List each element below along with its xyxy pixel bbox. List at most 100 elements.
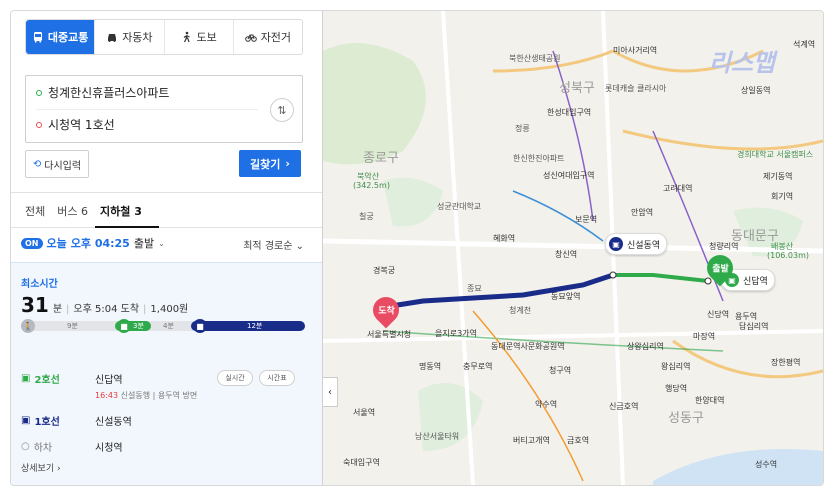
mode-bike-tab[interactable]: 자전거 [234, 20, 302, 54]
duration-number: 31 [21, 293, 49, 317]
map-label: 한양대역 [695, 396, 725, 405]
map-label: 안암역 [631, 208, 654, 217]
subway-line2-icon: ■ [117, 319, 131, 333]
step-line2: ▣ 2호선 [21, 371, 60, 386]
map-label: 고려대역 [663, 184, 693, 193]
map-label: 성균관대학교 [437, 202, 482, 211]
callout-label: 신답역 [743, 276, 768, 287]
departure-suffix: 출발 [133, 237, 155, 250]
map-view[interactable]: 리스맵 성북구 종로구 동대문구 성동구 북악산 (342.5m) 배봉산 (1… [323, 11, 823, 485]
map-label: 청구역 [549, 366, 572, 375]
mode-walk-tab[interactable]: 도보 [165, 20, 234, 54]
map-label: 성신여대입구역 [543, 171, 595, 180]
map-label: 경희대학교 서울캠퍼스 [737, 150, 814, 159]
line1-segment-label: 12분 [247, 322, 263, 330]
divider [11, 192, 322, 193]
destination-field[interactable]: 시청역 1호선 [36, 116, 115, 133]
subway-icon: ▣ [21, 415, 31, 426]
map-label: 청계천 [509, 306, 532, 315]
bike-icon [244, 34, 257, 42]
bus-icon [33, 32, 42, 43]
map-label: 충무로역 [463, 362, 493, 371]
departure-time-selector[interactable]: ON 오늘 오후 04:25 출발 ⌄ [21, 235, 165, 251]
walk-icon: 🚶 [21, 319, 35, 333]
next-train-time: 16:43 [95, 391, 119, 400]
collapse-panel-button[interactable]: ‹ [323, 377, 338, 407]
step-station: 신설동역 [95, 417, 132, 428]
step-line1: ▣ 1호선 [21, 413, 60, 428]
separator: | [66, 304, 70, 315]
origin-field[interactable]: 청계한신휴플러스아파트 [36, 84, 169, 101]
map-label: 명동역 [419, 362, 442, 371]
map-label: 칠궁 [359, 212, 374, 221]
refresh-icon: ⟲ [32, 158, 42, 170]
end-marker-label: 도착 [377, 306, 395, 317]
step-line-name: 1호선 [34, 417, 60, 428]
reinput-button[interactable]: ⟲ 다시입력 [25, 150, 89, 178]
map-label: 을지로3가역 [435, 329, 477, 338]
sort-dropdown[interactable]: 최적 경로순 ⌄ [243, 237, 304, 252]
map-label: 동묘앞역 [551, 292, 581, 301]
map-label: 한신한진아파트 [513, 154, 565, 163]
map-label: 종묘 [467, 284, 482, 293]
map-label: 북한산생태공원 [509, 54, 561, 63]
result-summary: 31 분 | 오후 5:04 도착 | 1,400원 [21, 293, 188, 317]
mode-transit-tab[interactable]: 대중교통 [26, 20, 96, 54]
transport-mode-tabs: 대중교통 자동차 도보 자전거 [25, 19, 303, 55]
map-label: 상왕십리역 [627, 342, 664, 351]
route-result-card[interactable]: 최소시간 31 분 | 오후 5:04 도착 | 1,400원 🚶 9분 ■ 3… [11, 262, 322, 485]
callout-sinseol[interactable]: ▣ 신설동역 [605, 233, 668, 255]
realtime-button[interactable]: 실시간 [217, 370, 253, 386]
map-label: 회기역 [771, 192, 794, 201]
route-divider [36, 109, 258, 110]
fare: 1,400원 [150, 304, 189, 315]
result-label: 최소시간 [21, 279, 58, 290]
map-label: 왕십리역 [661, 362, 691, 371]
map-label: 마장역 [693, 332, 716, 341]
map-label: 상일동역 [741, 86, 771, 95]
route-panel: 대중교통 자동차 도보 자전거 청계한신휴플러스아파트 시청역 1호선 ⇅ ⟲ … [11, 11, 323, 485]
route-timeline-bar: 🚶 9분 ■ 3분 4분 ■ 12분 [21, 319, 305, 333]
tab-bus[interactable]: 버스 6 [57, 203, 88, 219]
step-station: 신답역 [95, 375, 123, 386]
circle-icon: ○ [21, 441, 30, 452]
origin-text: 청계한신휴플러스아파트 [48, 86, 170, 100]
search-route-button[interactable]: 길찾기 › [239, 150, 301, 177]
map-label: 롯데캐슬 클라시아 [605, 84, 667, 93]
map-label: 금호역 [567, 436, 590, 445]
tab-active-indicator [95, 226, 159, 228]
tab-underline-track [11, 227, 322, 228]
mode-label: 대중교통 [47, 31, 89, 44]
map-label: 서울특별시청 [367, 330, 412, 339]
map-label: 서울역 [353, 408, 376, 417]
arrival-time: 오후 5:04 도착 [73, 304, 140, 315]
step-station: 시청역 [95, 443, 123, 454]
chevron-down-icon: ⌄ [158, 238, 165, 248]
line2-segment-label: 3분 [133, 322, 144, 330]
details-link[interactable]: 상세보기 › [21, 461, 61, 474]
step-line-name: 2호선 [34, 375, 60, 386]
map-label: 성수역 [755, 460, 778, 469]
map-label: 한성대입구역 [547, 108, 592, 117]
timetable-button[interactable]: 시간표 [259, 370, 295, 386]
mode-car-tab[interactable]: 자동차 [95, 20, 165, 54]
swap-icon[interactable]: ⇅ [270, 98, 294, 122]
map-label: 청량리역 [709, 242, 739, 251]
tab-all[interactable]: 전체 [25, 203, 45, 219]
district-label: 종로구 [363, 151, 399, 166]
map-label: 제기동역 [763, 172, 793, 181]
subway-icon: ▣ [21, 373, 31, 384]
search-route-label: 길찾기 [250, 157, 281, 171]
walk-segment-label: 9분 [67, 322, 78, 330]
map-label: 혜화역 [493, 234, 516, 243]
car-icon [108, 34, 117, 42]
details-label: 상세보기 [21, 464, 55, 474]
tab-subway[interactable]: 지하철 3 [100, 203, 142, 219]
next-train-direction: 신설동행 | 용두역 방면 [120, 391, 198, 400]
origin-dot-icon [36, 89, 42, 96]
reinput-label: 다시입력 [44, 160, 82, 172]
route-input-box: 청계한신휴플러스아파트 시청역 1호선 ⇅ [25, 75, 303, 143]
sort-label: 최적 경로순 [243, 241, 293, 252]
district-label: 성동구 [668, 411, 704, 426]
step-line-name: 하차 [33, 443, 53, 454]
